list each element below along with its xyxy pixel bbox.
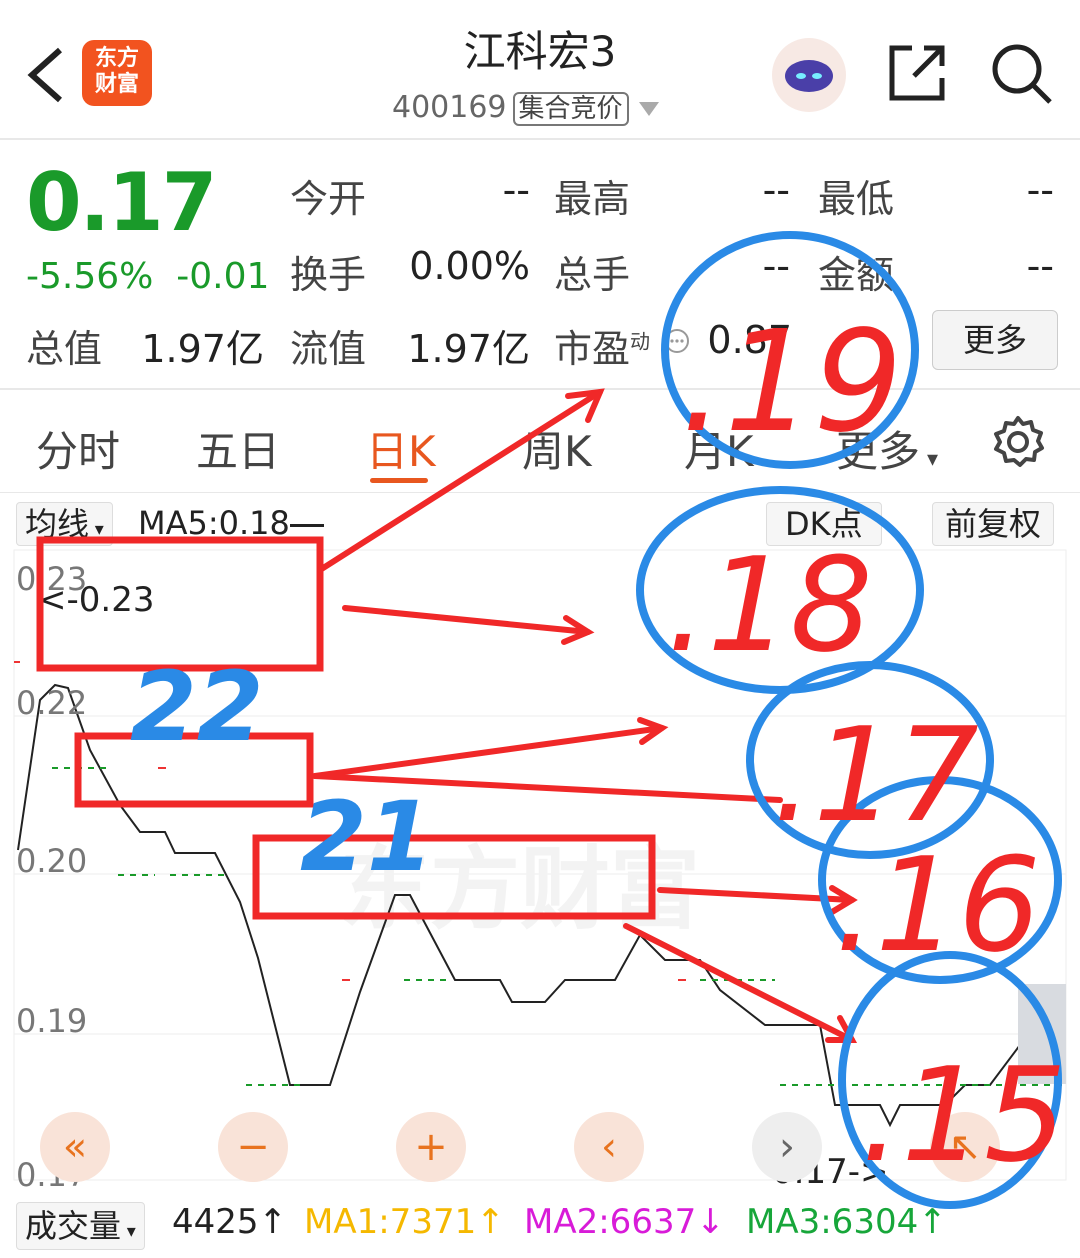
annotation-label-16: .16 — [834, 829, 1041, 981]
handwritten-annotations: 22 21 .19 .18 .17 .16 .15 — [36, 231, 1067, 1209]
annotation-label-15: .15 — [860, 1039, 1067, 1191]
annotation-label-19: .19 — [680, 301, 903, 464]
annotation-label-21: 21 — [300, 781, 434, 893]
annotation-label-18: .18 — [666, 529, 873, 681]
annotation-label-22: 22 — [130, 651, 264, 763]
red-labels: .19 .18 .17 .16 .15 — [666, 301, 1067, 1191]
blue-labels: 22 21 — [130, 651, 434, 893]
